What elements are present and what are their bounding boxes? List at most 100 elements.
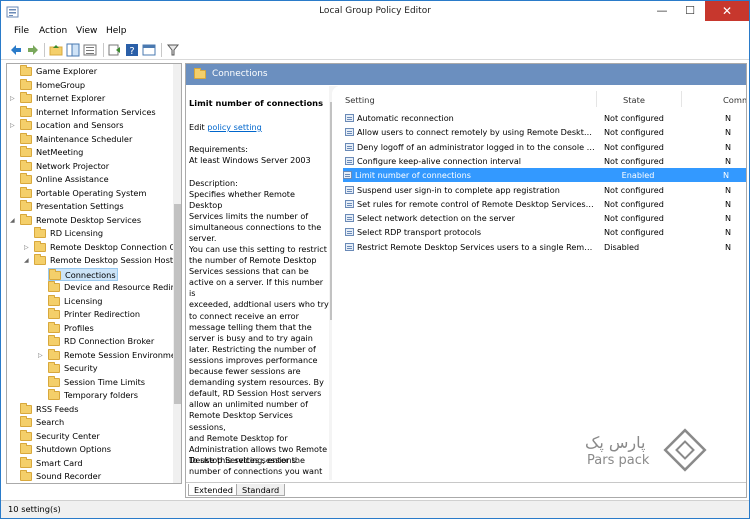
tree-item[interactable]: ◢ Remote Desktop Services — [10, 213, 167, 227]
setting-name: Restrict Remote Desktop Services users t… — [357, 241, 596, 252]
tree-item[interactable]: ▷ Remote Desktop Connection C — [24, 240, 175, 254]
tree-pane[interactable]: Game Explorer HomeGroup ▷ Internet Explorer… — [6, 63, 182, 484]
description-line: to connect receive an error — [189, 310, 299, 321]
setting-row[interactable]: Select RDP transport protocols Not config… — [345, 225, 746, 239]
tree-item[interactable]: HomeGroup — [20, 78, 167, 92]
setting-row[interactable]: Configure keep-alive connection interval… — [345, 154, 746, 168]
minimize-button[interactable]: — — [649, 1, 675, 21]
setting-row[interactable]: Deny logoff of an administrator logged i… — [345, 140, 746, 154]
setting-row[interactable]: Set rules for remote control of Remote D… — [345, 197, 746, 211]
tab-extended[interactable]: Extended — [188, 484, 239, 496]
tree-item-label: Network Projector — [36, 160, 110, 171]
tree-item[interactable]: ◢ Remote Desktop Session Host — [24, 254, 173, 267]
description-line: active on a server. If this number is — [189, 277, 324, 299]
setting-row[interactable]: Allow users to connect remotely by using… — [345, 125, 746, 139]
up-folder-icon[interactable] — [49, 43, 63, 57]
expand-arrow-icon[interactable]: ▷ — [38, 349, 43, 362]
column-divider[interactable] — [681, 91, 682, 107]
setting-state: Not configured — [604, 155, 664, 166]
tree-item[interactable]: Presentation Settings — [20, 200, 167, 213]
tree-item[interactable]: ▷ Location and Sensors — [10, 119, 167, 132]
tree-item[interactable]: Search — [20, 416, 167, 429]
tree-item[interactable]: Device and Resource Redire — [48, 281, 179, 294]
forward-arrow-icon[interactable] — [26, 43, 40, 57]
close-button[interactable]: ✕ — [705, 1, 749, 21]
description-line: number of connections you want — [189, 466, 323, 477]
folder-icon — [20, 92, 32, 103]
expand-arrow-icon[interactable]: ▷ — [24, 241, 29, 254]
setting-row[interactable]: Select network detection on the server No… — [345, 211, 746, 225]
collapse-arrow-icon[interactable]: ◢ — [24, 254, 29, 267]
folder-icon — [48, 335, 60, 346]
list-view-icon[interactable] — [83, 43, 97, 57]
help-icon[interactable]: ? — [125, 43, 139, 57]
tree-item[interactable]: Network Projector — [20, 159, 167, 173]
tree-item[interactable]: ▷ Remote Session Environme — [38, 348, 176, 362]
tree-item[interactable]: Profiles — [48, 321, 167, 335]
back-arrow-icon[interactable] — [9, 43, 23, 57]
edit-policy-link[interactable]: policy setting — [207, 122, 261, 132]
menu-help[interactable]: Help — [106, 26, 127, 36]
menu-file[interactable]: File — [14, 26, 29, 36]
tree-item[interactable]: Shutdown Options — [20, 443, 167, 456]
tree-item-label: Remote Desktop Connection C — [50, 241, 176, 252]
folder-icon — [48, 375, 60, 387]
window: Local Group Policy Editor — ☐ ✕ File Act… — [0, 0, 750, 519]
tree-item[interactable]: Portable Operating System — [20, 186, 167, 200]
column-state[interactable]: State — [623, 95, 645, 105]
title-bar: Local Group Policy Editor — ☐ ✕ — [1, 1, 749, 23]
tree-item[interactable]: Temporary folders — [48, 389, 167, 402]
collapse-arrow-icon[interactable]: ◢ — [10, 214, 15, 227]
setting-state: Not configured — [604, 141, 664, 152]
setting-state: Enabled — [621, 170, 655, 181]
folder-icon — [20, 159, 32, 171]
tree-item[interactable]: Security — [48, 362, 167, 375]
tree-item[interactable]: Game Explorer — [20, 65, 167, 78]
tree-item[interactable]: Printer Redirection — [48, 308, 167, 321]
column-comment[interactable]: Comm — [723, 95, 746, 105]
tree-scrollbar[interactable] — [173, 64, 181, 483]
tree-scrollbar-thumb[interactable] — [174, 204, 181, 404]
filter-icon[interactable] — [166, 43, 180, 57]
toolbar-divider — [161, 43, 162, 57]
tree-item[interactable]: ▷ Internet Explorer — [10, 92, 167, 105]
tree-item-label: Game Explorer — [36, 66, 98, 76]
tree-item[interactable]: Connections — [48, 267, 118, 281]
tree-item[interactable]: Maintenance Scheduler — [20, 132, 167, 146]
tab-standard[interactable]: Standard — [236, 484, 286, 496]
tree-item[interactable]: Sound Recorder — [20, 470, 167, 483]
column-setting[interactable]: Setting — [345, 95, 375, 105]
tree-item[interactable]: RD Connection Broker — [48, 335, 167, 348]
setting-row[interactable]: Restrict Remote Desktop Services users t… — [345, 240, 746, 254]
folder-icon — [34, 227, 46, 238]
tree-item[interactable]: NetMeeting — [20, 146, 167, 159]
menu-action[interactable]: Action — [39, 26, 67, 36]
setting-row[interactable]: Suspend user sign-in to complete app reg… — [345, 183, 746, 197]
description-text: Specifies whether Remote Desktop Services… — [189, 189, 329, 244]
expand-arrow-icon[interactable]: ▷ — [10, 119, 15, 132]
export-list-icon[interactable] — [108, 43, 122, 57]
setting-row[interactable]: Limit number of connections Enabled N — [343, 168, 746, 183]
tree-item[interactable]: RSS Feeds — [20, 402, 167, 416]
setting-comment: N — [725, 213, 732, 224]
tree-item[interactable]: Smart Card — [20, 456, 167, 470]
properties-icon[interactable] — [142, 43, 156, 57]
tree-item[interactable]: Licensing — [48, 294, 167, 308]
menu-view[interactable]: View — [76, 26, 97, 36]
tree-item-label: Security — [64, 363, 98, 373]
maximize-button[interactable]: ☐ — [677, 1, 703, 21]
expand-arrow-icon[interactable]: ▷ — [10, 92, 15, 105]
window-title: Local Group Policy Editor — [319, 6, 431, 16]
tree-item-label: Profiles — [64, 322, 94, 333]
setting-row[interactable]: Automatic reconnection Not configured N — [345, 111, 746, 125]
tree-item[interactable]: Security Center — [20, 429, 167, 443]
show-hide-tree-icon[interactable] — [66, 43, 80, 57]
folder-icon — [20, 146, 32, 157]
tree-item[interactable]: Internet Information Services — [20, 105, 167, 119]
column-divider[interactable] — [596, 91, 597, 107]
tree-item[interactable]: RD Licensing — [34, 227, 167, 240]
setting-name: Select RDP transport protocols — [357, 227, 482, 238]
tree-item[interactable]: Session Time Limits — [48, 375, 167, 389]
tree-item[interactable]: Online Assistance — [20, 173, 167, 186]
tree-item-label: Location and Sensors — [36, 120, 124, 130]
